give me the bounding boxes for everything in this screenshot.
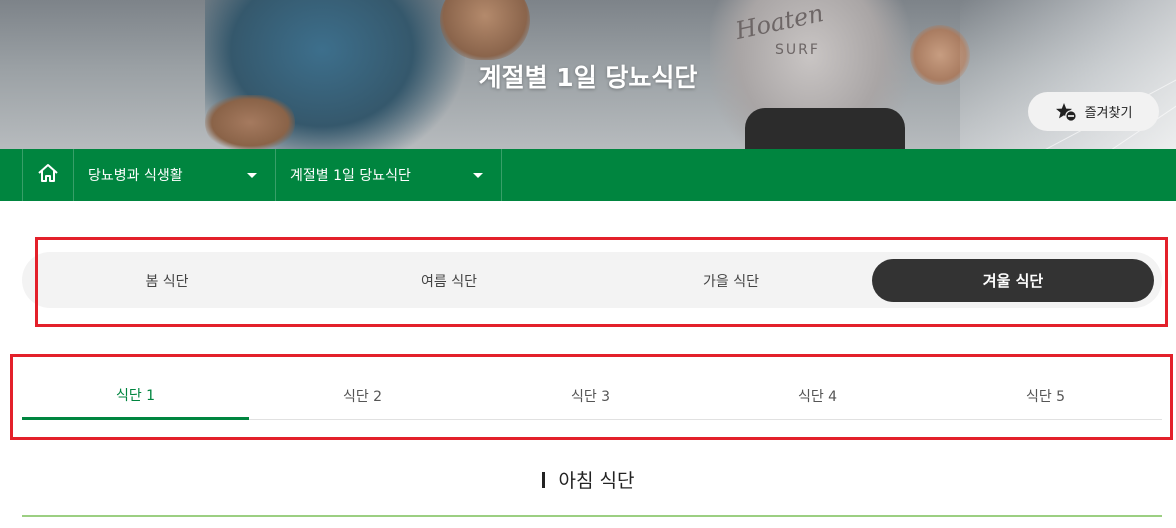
section-title: 아침 식단 [558, 470, 635, 492]
tab-meal-5[interactable]: 식단 5 [932, 372, 1159, 420]
tab-winter[interactable]: 겨울 식단 [872, 259, 1154, 302]
page-title: 계절별 1일 당뇨식단 [478, 63, 698, 92]
tab-meal-2[interactable]: 식단 2 [249, 372, 476, 420]
tab-meal-3[interactable]: 식단 3 [477, 372, 704, 420]
star-minus-icon [1055, 102, 1077, 122]
caret-down-icon [247, 173, 257, 178]
tab-summer[interactable]: 여름 식단 [308, 259, 590, 302]
tab-spring[interactable]: 봄 식단 [26, 259, 308, 302]
breadcrumb: 당뇨병과 식생활 계절별 1일 당뇨식단 [0, 149, 1176, 201]
hero-photo-arm [205, 95, 295, 149]
breadcrumb-label: 계절별 1일 당뇨식단 [290, 168, 411, 184]
tab-meal-1[interactable]: 식단 1 [22, 372, 249, 420]
caret-down-icon [473, 173, 483, 178]
breadcrumb-dropdown-category[interactable]: 당뇨병과 식생활 [74, 149, 276, 201]
favorite-button[interactable]: 즐겨찾기 [1028, 92, 1159, 131]
heading-bar-icon [541, 471, 545, 488]
home-icon [37, 163, 59, 187]
breadcrumb-dropdown-page[interactable]: 계절별 1일 당뇨식단 [276, 149, 502, 201]
hero-shirt-print-sub: SURF [775, 42, 820, 58]
tab-autumn[interactable]: 가을 식단 [590, 259, 872, 302]
breadcrumb-label: 당뇨병과 식생활 [88, 168, 183, 184]
meal-tab-group: 식단 1 식단 2 식단 3 식단 4 식단 5 [22, 372, 1162, 420]
home-button[interactable] [22, 149, 74, 201]
section-divider [22, 515, 1162, 517]
section-heading: 아침 식단 [0, 466, 1176, 493]
hero-photo-shorts [745, 108, 905, 149]
season-tab-group: 봄 식단 여름 식단 가을 식단 겨울 식단 [22, 252, 1162, 308]
favorite-label: 즐겨찾기 [1084, 106, 1133, 121]
tab-meal-4[interactable]: 식단 4 [704, 372, 931, 420]
